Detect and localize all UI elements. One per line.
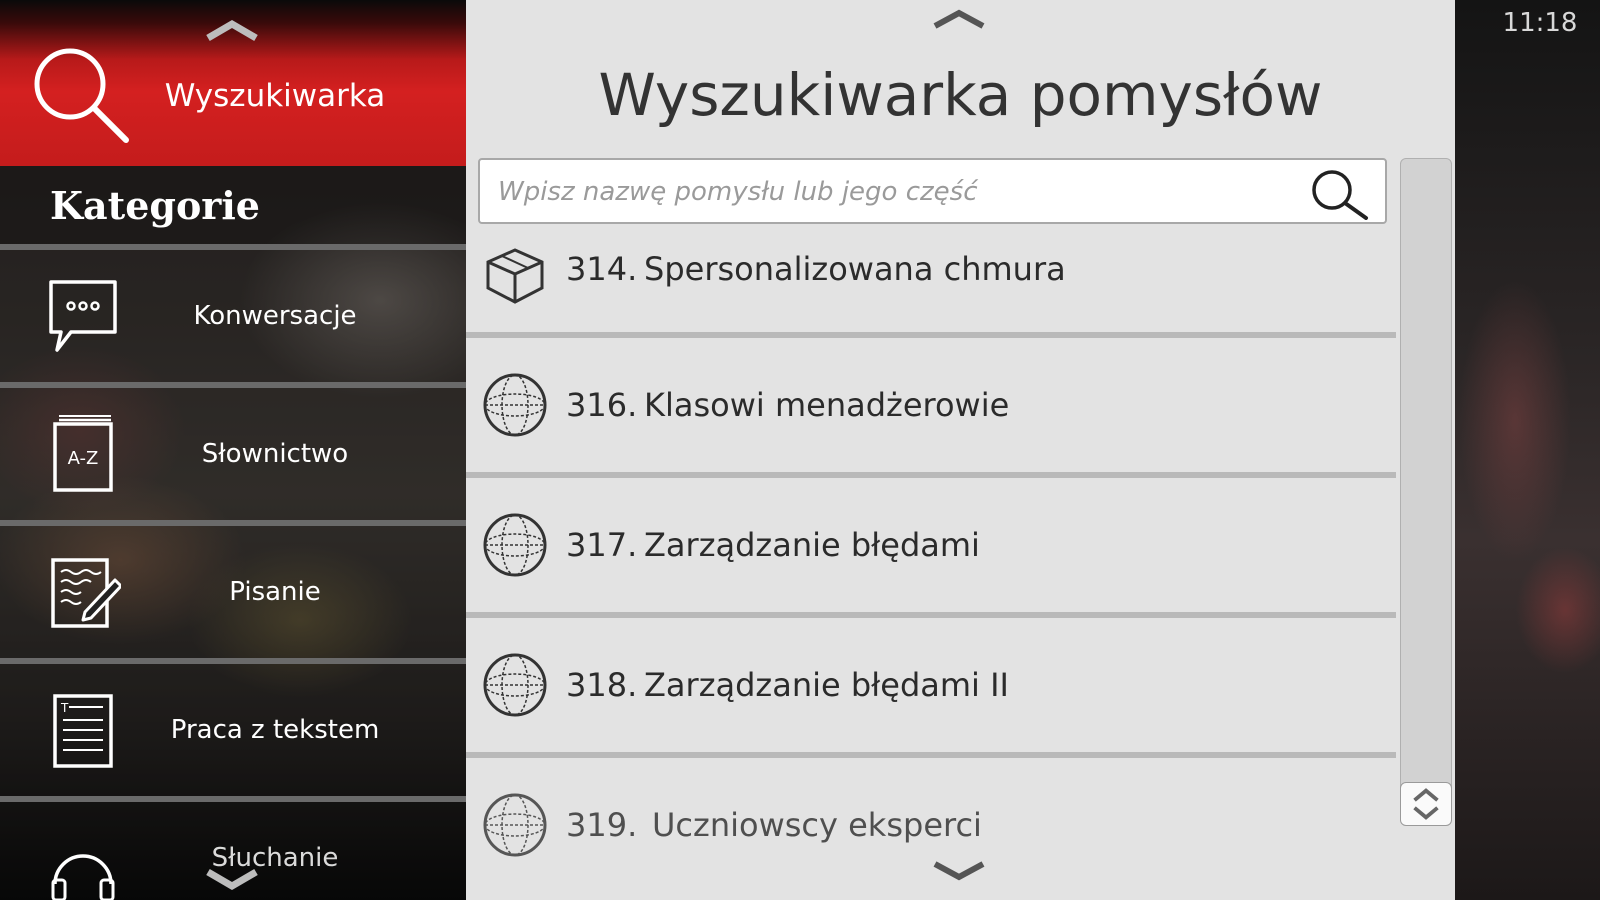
result-title: Spersonalizowana chmura xyxy=(644,250,1066,288)
result-title: Zarządzanie błędami xyxy=(644,526,980,564)
right-background-photo xyxy=(1455,0,1600,900)
scroll-up-chevron-icon[interactable] xyxy=(205,18,259,42)
status-time: 11:18 xyxy=(1502,8,1578,38)
scroll-toggle-button[interactable] xyxy=(1400,782,1452,826)
result-number: 316. xyxy=(566,386,638,424)
svg-text:A-Z: A-Z xyxy=(68,448,99,469)
result-number: 317. xyxy=(566,526,638,564)
writing-pencil-icon xyxy=(51,558,121,628)
scroll-up-chevron-icon[interactable] xyxy=(932,8,986,30)
sidebar-item-label: Pisanie xyxy=(229,577,321,607)
search-icon xyxy=(34,48,129,143)
globe-icon xyxy=(483,793,547,857)
list-item[interactable]: 318. Zarządzanie błędami II xyxy=(466,618,1396,752)
sidebar-item-label: Konwersacje xyxy=(193,301,357,331)
result-title: Klasowi menadżerowie xyxy=(644,386,1010,424)
result-title: Uczniowscy eksperci xyxy=(652,806,982,844)
sidebar-item-pisanie[interactable]: Pisanie xyxy=(0,526,466,658)
speech-bubble-icon xyxy=(49,280,117,352)
result-number: 318. xyxy=(566,666,638,704)
headphones-icon xyxy=(51,854,115,900)
sidebar-header-label: Wyszukiwarka xyxy=(164,78,386,114)
result-title: Zarządzanie błędami II xyxy=(644,666,1009,704)
list-item[interactable]: 319. Uczniowscy eksperci xyxy=(466,758,1396,900)
sidebar-item-slownictwo[interactable]: A-Z Słownictwo xyxy=(0,388,466,520)
page-title: Wyszukiwarka pomysłów xyxy=(598,61,1323,129)
result-number: 314. xyxy=(566,250,638,288)
globe-icon xyxy=(483,373,547,437)
sidebar-item-label: Praca z tekstem xyxy=(170,715,380,745)
search-field-container xyxy=(478,158,1387,224)
scroll-down-chevron-icon[interactable] xyxy=(932,860,986,882)
svg-text:T: T xyxy=(60,701,69,715)
scrollbar-track[interactable] xyxy=(1400,158,1452,824)
text-document-icon: T xyxy=(53,694,113,768)
sidebar-item-praca-z-tekstem[interactable]: T Praca z tekstem xyxy=(0,664,466,796)
scroll-down-chevron-icon[interactable] xyxy=(205,868,259,892)
scroll-arrows-icon xyxy=(1413,788,1439,820)
cube-icon xyxy=(486,248,544,304)
dictionary-az-icon: A-Z xyxy=(53,415,113,492)
list-item[interactable]: 316. Klasowi menadżerowie xyxy=(466,338,1396,472)
search-input[interactable] xyxy=(496,170,1280,214)
categories-title: Kategorie xyxy=(50,183,260,228)
result-number: 319. xyxy=(566,806,638,844)
list-item[interactable]: 314. Spersonalizowana chmura xyxy=(466,224,1396,332)
sidebar-item-label: Słownictwo xyxy=(201,439,349,469)
globe-icon xyxy=(483,653,547,717)
sidebar-item-label: Słuchanie xyxy=(211,843,339,873)
globe-icon xyxy=(483,513,547,577)
search-button-icon[interactable] xyxy=(1302,166,1376,220)
sidebar-item-konwersacje[interactable]: Konwersacje xyxy=(0,250,466,382)
list-item[interactable]: 317. Zarządzanie błędami xyxy=(466,478,1396,612)
